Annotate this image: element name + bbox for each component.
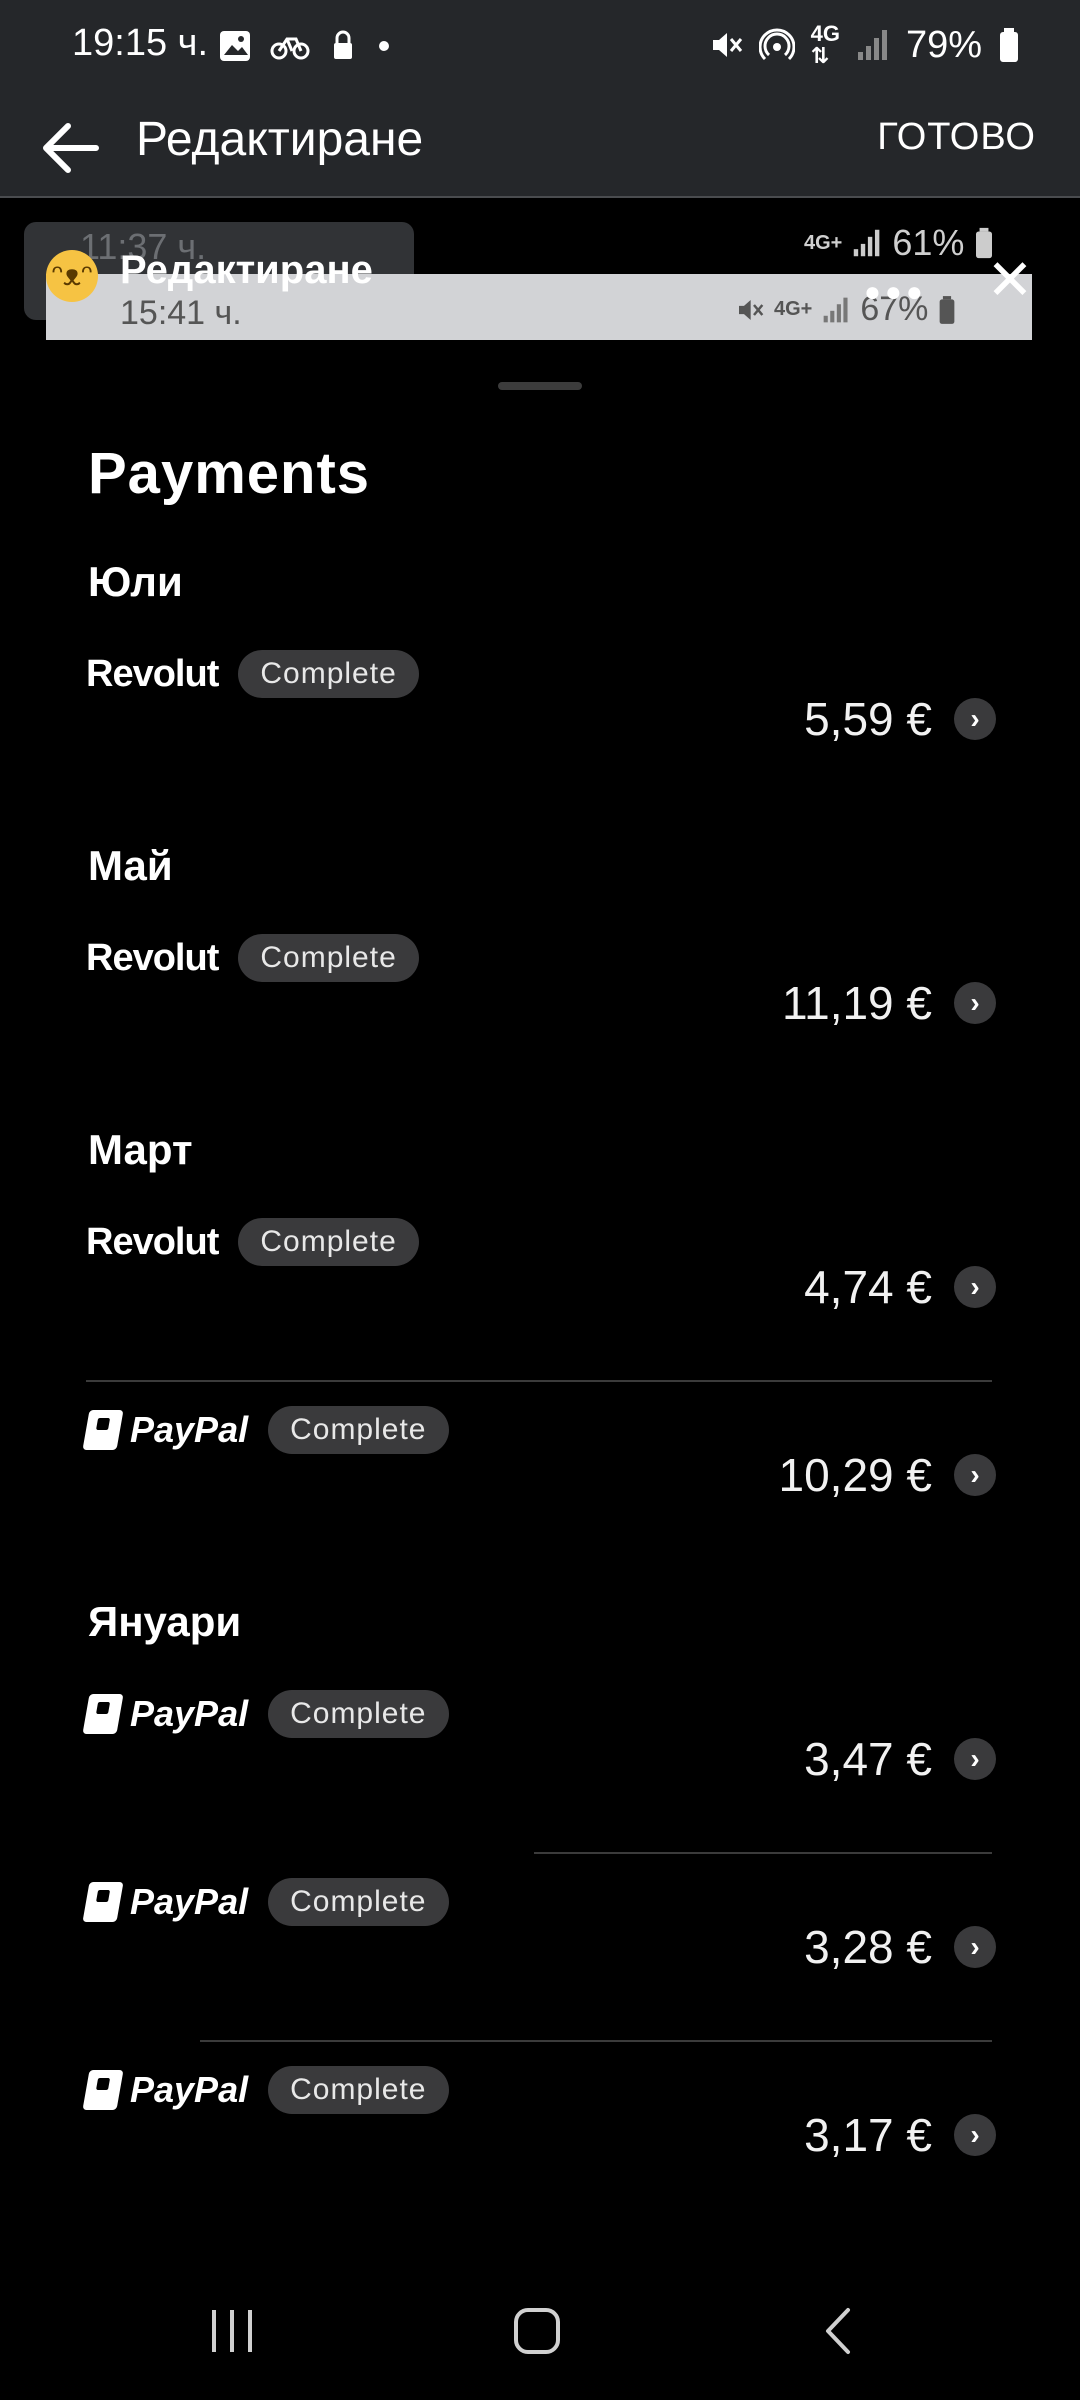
- mute-icon: [712, 33, 742, 57]
- ghost-signal-icon-2: [824, 297, 848, 322]
- paypal-icon: [82, 1694, 124, 1734]
- status-badge: Complete: [268, 2066, 449, 2114]
- payment-amount: 10,29 €: [778, 1449, 932, 1501]
- sticker-title[interactable]: Редактиране: [120, 248, 373, 293]
- laughing-emoji-icon: ᵔᴥᵔ: [46, 250, 98, 302]
- 4g-icon: 4G ⇅: [810, 21, 840, 68]
- dot-icon: [379, 41, 389, 51]
- vpn-icon: [334, 30, 352, 59]
- chevron-right-icon[interactable]: ›: [954, 1454, 996, 1496]
- payment-row[interactable]: Revolut Complete 11,19 € ›: [86, 930, 996, 1080]
- navigation-bar: [0, 2280, 1080, 2400]
- signal-icon: [857, 30, 887, 60]
- page-title: Редактиране: [136, 113, 424, 166]
- payment-row[interactable]: Revolut Complete 4,74 € ›: [86, 1214, 996, 1364]
- payments-title: Payments: [88, 441, 371, 506]
- payment-amount: 3,47 €: [804, 1733, 932, 1785]
- status-bar: 19:15 ч. 4G ⇅ 79%: [0, 0, 1080, 96]
- battery-icon: [1000, 28, 1018, 62]
- ghost-status-time-2: 15:41 ч.: [120, 294, 242, 332]
- month-header: Юли: [88, 558, 183, 605]
- status-badge: Complete: [268, 1406, 449, 1454]
- status-badge: Complete: [238, 1218, 419, 1266]
- provider-logo-paypal: PayPal: [82, 1881, 249, 1923]
- ghost-battery-icon-2: [940, 295, 955, 324]
- status-badge: Complete: [238, 650, 419, 698]
- recents-bar-icon: [230, 2310, 234, 2352]
- divider: [200, 2040, 992, 2042]
- provider-logo-paypal: PayPal: [82, 2069, 249, 2111]
- chevron-right-icon[interactable]: ›: [954, 698, 996, 740]
- provider: PayPal Complete: [82, 1874, 449, 1930]
- provider-name: PayPal: [130, 1409, 249, 1450]
- status-badge: Complete: [268, 1690, 449, 1738]
- chevron-right-icon[interactable]: ›: [954, 2114, 996, 2156]
- status-badge: Complete: [268, 1878, 449, 1926]
- battery-percent: 79%: [905, 23, 982, 66]
- notification-icons: [218, 24, 392, 68]
- chevron-right-icon[interactable]: ›: [954, 1738, 996, 1780]
- provider-name: PayPal: [130, 1881, 249, 1922]
- provider: Revolut Complete: [86, 646, 419, 702]
- provider-logo-revolut: Revolut: [86, 1220, 219, 1263]
- provider: PayPal Complete: [82, 2062, 449, 2118]
- edit-canvas[interactable]: 11:37 ч. 4G+ 61% 15:41 ч. 4G+ 67% ᵔᴥᵔ Ре…: [0, 198, 1080, 2280]
- hotspot-icon: [758, 28, 795, 61]
- nav-back-button[interactable]: [818, 2306, 858, 2356]
- sheet-drag-handle[interactable]: [498, 382, 582, 390]
- bike-icon: [270, 37, 310, 60]
- ghost-status-right: 4G+ 61%: [804, 222, 994, 264]
- status-badge: Complete: [238, 934, 419, 982]
- done-button[interactable]: ГОТОВО: [877, 116, 1036, 159]
- paypal-icon: [82, 1410, 124, 1450]
- recents-button[interactable]: [212, 2310, 252, 2352]
- paypal-icon: [82, 2070, 124, 2110]
- provider: PayPal Complete: [82, 1686, 449, 1742]
- provider: Revolut Complete: [86, 1214, 419, 1270]
- ghost-network-label: 4G+: [804, 231, 843, 254]
- ghost-battery: 61%: [892, 222, 965, 263]
- provider-logo-paypal: PayPal: [82, 1409, 249, 1451]
- ghost-signal-icon: [854, 229, 880, 257]
- gallery-icon: [220, 31, 250, 61]
- payment-row[interactable]: PayPal Complete 3,47 € ›: [82, 1686, 996, 1836]
- system-icons: 4G ⇅ 79%: [707, 20, 1020, 70]
- provider: Revolut Complete: [86, 930, 419, 986]
- payment-row[interactable]: PayPal Complete 3,17 € ›: [82, 2062, 996, 2212]
- provider: PayPal Complete: [82, 1402, 449, 1458]
- back-button[interactable]: [30, 108, 110, 188]
- payment-amount: 5,59 €: [804, 693, 932, 745]
- recents-bar-icon: [248, 2310, 252, 2352]
- payment-row[interactable]: PayPal Complete 3,28 € ›: [82, 1874, 996, 2024]
- status-time: 19:15 ч.: [72, 22, 209, 64]
- payment-amount: 3,17 €: [804, 2109, 932, 2161]
- payment-amount: 4,74 €: [804, 1261, 932, 1313]
- divider: [86, 1380, 992, 1382]
- recents-bar-icon: [212, 2310, 216, 2352]
- chevron-right-icon[interactable]: ›: [954, 1926, 996, 1968]
- provider-logo-paypal: PayPal: [82, 1693, 249, 1735]
- paypal-icon: [82, 1882, 124, 1922]
- payment-amount: 3,28 €: [804, 1921, 932, 1973]
- month-header: Март: [88, 1126, 193, 1173]
- payment-amount: 11,19 €: [781, 977, 932, 1029]
- payment-row[interactable]: Revolut Complete 5,59 € ›: [86, 646, 996, 796]
- provider-name: PayPal: [130, 1693, 249, 1734]
- provider-logo-revolut: Revolut: [86, 652, 219, 695]
- chevron-right-icon[interactable]: ›: [954, 982, 996, 1024]
- month-header: Май: [88, 842, 173, 889]
- ghost-network-label-2: 4G+: [774, 298, 813, 320]
- arrow-back-icon: [43, 123, 99, 173]
- payment-row[interactable]: PayPal Complete 10,29 € ›: [82, 1402, 996, 1552]
- divider: [534, 1852, 992, 1854]
- chevron-right-icon[interactable]: ›: [954, 1266, 996, 1308]
- provider-name: PayPal: [130, 2069, 249, 2110]
- provider-logo-revolut: Revolut: [86, 936, 219, 979]
- ghost-mute-icon: [739, 299, 764, 320]
- month-header: Януари: [88, 1598, 242, 1645]
- home-button[interactable]: [514, 2308, 560, 2354]
- app-bar: Редактиране ГОТОВО: [0, 96, 1080, 198]
- more-options-icon[interactable]: ●●●: [864, 276, 927, 308]
- close-icon[interactable]: ✕: [984, 252, 1036, 308]
